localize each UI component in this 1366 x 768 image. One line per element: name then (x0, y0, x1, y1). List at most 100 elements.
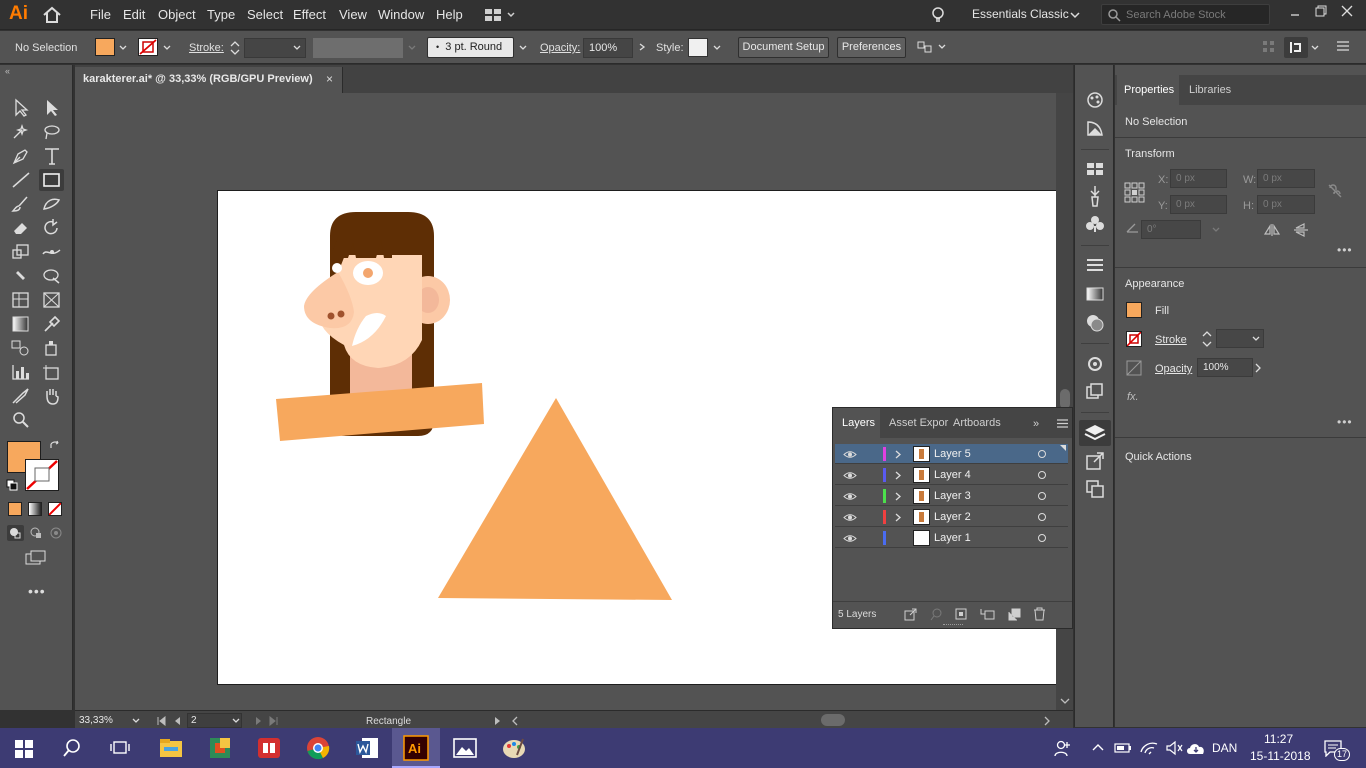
brush-definition[interactable]: • 3 pt. Round (427, 37, 514, 58)
clock-date[interactable]: 15-11-2018 (1250, 749, 1311, 763)
gradient-tool-icon[interactable] (10, 314, 32, 334)
brushes-panel-icon[interactable] (1087, 185, 1103, 207)
first-artboard-icon[interactable] (156, 716, 166, 726)
home-icon[interactable] (42, 6, 62, 24)
width-field[interactable]: 0 px (1257, 169, 1315, 188)
illustrator-task-active[interactable]: Ai (392, 728, 440, 768)
export-panel-icon[interactable] (1085, 451, 1105, 471)
scroll-right-icon[interactable] (1043, 716, 1051, 726)
target-circle-icon[interactable] (1037, 512, 1047, 522)
file-explorer-icon[interactable] (158, 735, 184, 761)
rotate-tool-icon[interactable] (41, 218, 63, 238)
zoom-tool-icon[interactable] (10, 410, 32, 430)
chevron-right-icon[interactable] (1254, 363, 1262, 373)
pen-tool-icon[interactable] (10, 146, 32, 166)
color-mode-button[interactable] (8, 502, 22, 516)
zoom-field[interactable]: 33,33% (79, 715, 113, 726)
reference-point-icon[interactable] (1124, 182, 1146, 204)
fill-swatch[interactable] (95, 38, 115, 56)
menu-type[interactable]: Type (207, 7, 235, 22)
gradient-mode-button[interactable] (28, 502, 42, 516)
panel-menu-icon[interactable] (1057, 419, 1068, 428)
type-tool-icon[interactable] (41, 146, 63, 166)
more-options-icon[interactable]: ••• (1337, 243, 1353, 257)
chevron-down-icon[interactable] (519, 44, 527, 52)
chevron-down-icon[interactable] (119, 44, 127, 52)
next-artboard-icon[interactable] (255, 716, 263, 726)
layer-row[interactable]: Layer 4 (835, 465, 1068, 485)
direct-selection-tool-icon[interactable] (41, 98, 63, 118)
target-circle-icon[interactable] (1037, 449, 1047, 459)
graphic-styles-panel-icon[interactable] (1085, 382, 1105, 400)
tab-properties[interactable]: Properties (1124, 84, 1174, 96)
swatches-panel-icon[interactable] (1085, 161, 1105, 177)
menu-edit[interactable]: Edit (123, 7, 145, 22)
opacity-field[interactable]: 100% (583, 38, 633, 58)
color-panel-icon[interactable] (1085, 91, 1105, 109)
chevron-down-icon[interactable] (408, 44, 416, 52)
artboard-tool-icon[interactable] (41, 362, 63, 382)
none-mode-button[interactable] (48, 502, 62, 516)
stock-search-input[interactable]: Search Adobe Stock (1101, 4, 1270, 25)
symbol-sprayer-tool-icon[interactable] (41, 338, 63, 358)
layers-panel-icon[interactable] (1079, 420, 1111, 446)
visibility-eye-icon[interactable] (843, 534, 857, 543)
menu-object[interactable]: Object (158, 7, 196, 22)
delete-layer-icon[interactable] (1033, 607, 1046, 621)
expand-layer-icon[interactable] (895, 513, 901, 522)
draw-behind-icon[interactable] (28, 525, 45, 541)
default-colors-icon[interactable] (6, 479, 18, 491)
layer-row[interactable]: Layer 3 (835, 486, 1068, 506)
width-tool-icon[interactable] (41, 242, 63, 262)
stroke-swatch[interactable] (138, 38, 158, 56)
appearance-panel-icon[interactable] (1085, 354, 1105, 374)
menu-window[interactable]: Window (378, 7, 424, 22)
stroke-panel-icon[interactable] (1085, 258, 1105, 272)
menu-view[interactable]: View (339, 7, 367, 22)
graphic-style-swatch[interactable] (688, 38, 708, 57)
y-field[interactable]: 0 px (1170, 195, 1227, 214)
free-transform-tool-icon[interactable] (41, 266, 63, 286)
chrome-icon[interactable] (305, 735, 331, 761)
arrange-documents-icon[interactable] (484, 8, 516, 22)
search-icon[interactable] (63, 739, 81, 757)
slice-tool-icon[interactable] (10, 386, 32, 406)
resize-grip-icon[interactable] (943, 624, 963, 626)
wifi-icon[interactable] (1140, 740, 1158, 756)
document-setup-button[interactable]: Document Setup (738, 37, 829, 58)
paint-app-icon[interactable] (207, 735, 233, 761)
chevron-down-icon[interactable] (163, 44, 171, 52)
perspective-grid-tool-icon[interactable] (41, 290, 63, 310)
paintbrush-tool-icon[interactable] (10, 194, 32, 214)
puppet-warp-tool-icon[interactable] (10, 266, 32, 286)
reader-app-icon[interactable] (256, 735, 282, 761)
x-field[interactable]: 0 px (1170, 169, 1227, 188)
chevron-down-icon[interactable] (1212, 226, 1220, 234)
chevron-down-icon[interactable] (293, 44, 301, 52)
artboards-panel-icon[interactable] (1085, 479, 1105, 499)
swap-fill-stroke-icon[interactable] (49, 440, 61, 452)
language-indicator[interactable]: DAN (1212, 741, 1237, 755)
eyedropper-tool-icon[interactable] (41, 314, 63, 334)
magic-wand-tool-icon[interactable] (10, 122, 32, 142)
battery-icon[interactable] (1114, 742, 1132, 754)
stroke-color-box[interactable] (25, 459, 59, 491)
chevron-down-icon[interactable] (1311, 44, 1319, 52)
chevron-right-icon[interactable] (638, 43, 646, 51)
collapse-arrows-icon[interactable]: « (5, 66, 10, 76)
edit-toolbar-icon[interactable]: ••• (28, 583, 46, 599)
shaper-tool-icon[interactable] (41, 194, 63, 214)
transparency-panel-icon[interactable] (1085, 313, 1105, 333)
clock-time[interactable]: 11:27 (1264, 732, 1293, 746)
chevron-down-icon[interactable] (1252, 335, 1260, 343)
workspace-switcher[interactable]: Essentials Classic (972, 7, 1069, 21)
tab-layers[interactable]: Layers (842, 417, 875, 429)
symbols-panel-icon[interactable] (1085, 215, 1105, 233)
menu-select[interactable]: Select (247, 7, 283, 22)
restore-icon[interactable] (1315, 5, 1327, 17)
tab-artboards[interactable]: Artboards (953, 417, 1001, 429)
variable-width-profile[interactable] (313, 38, 403, 58)
horizontal-scroll-thumb[interactable] (821, 714, 845, 726)
scroll-left-icon[interactable] (511, 716, 519, 726)
document-tab[interactable]: karakterer.ai* @ 33,33% (RGB/GPU Preview… (75, 67, 343, 93)
